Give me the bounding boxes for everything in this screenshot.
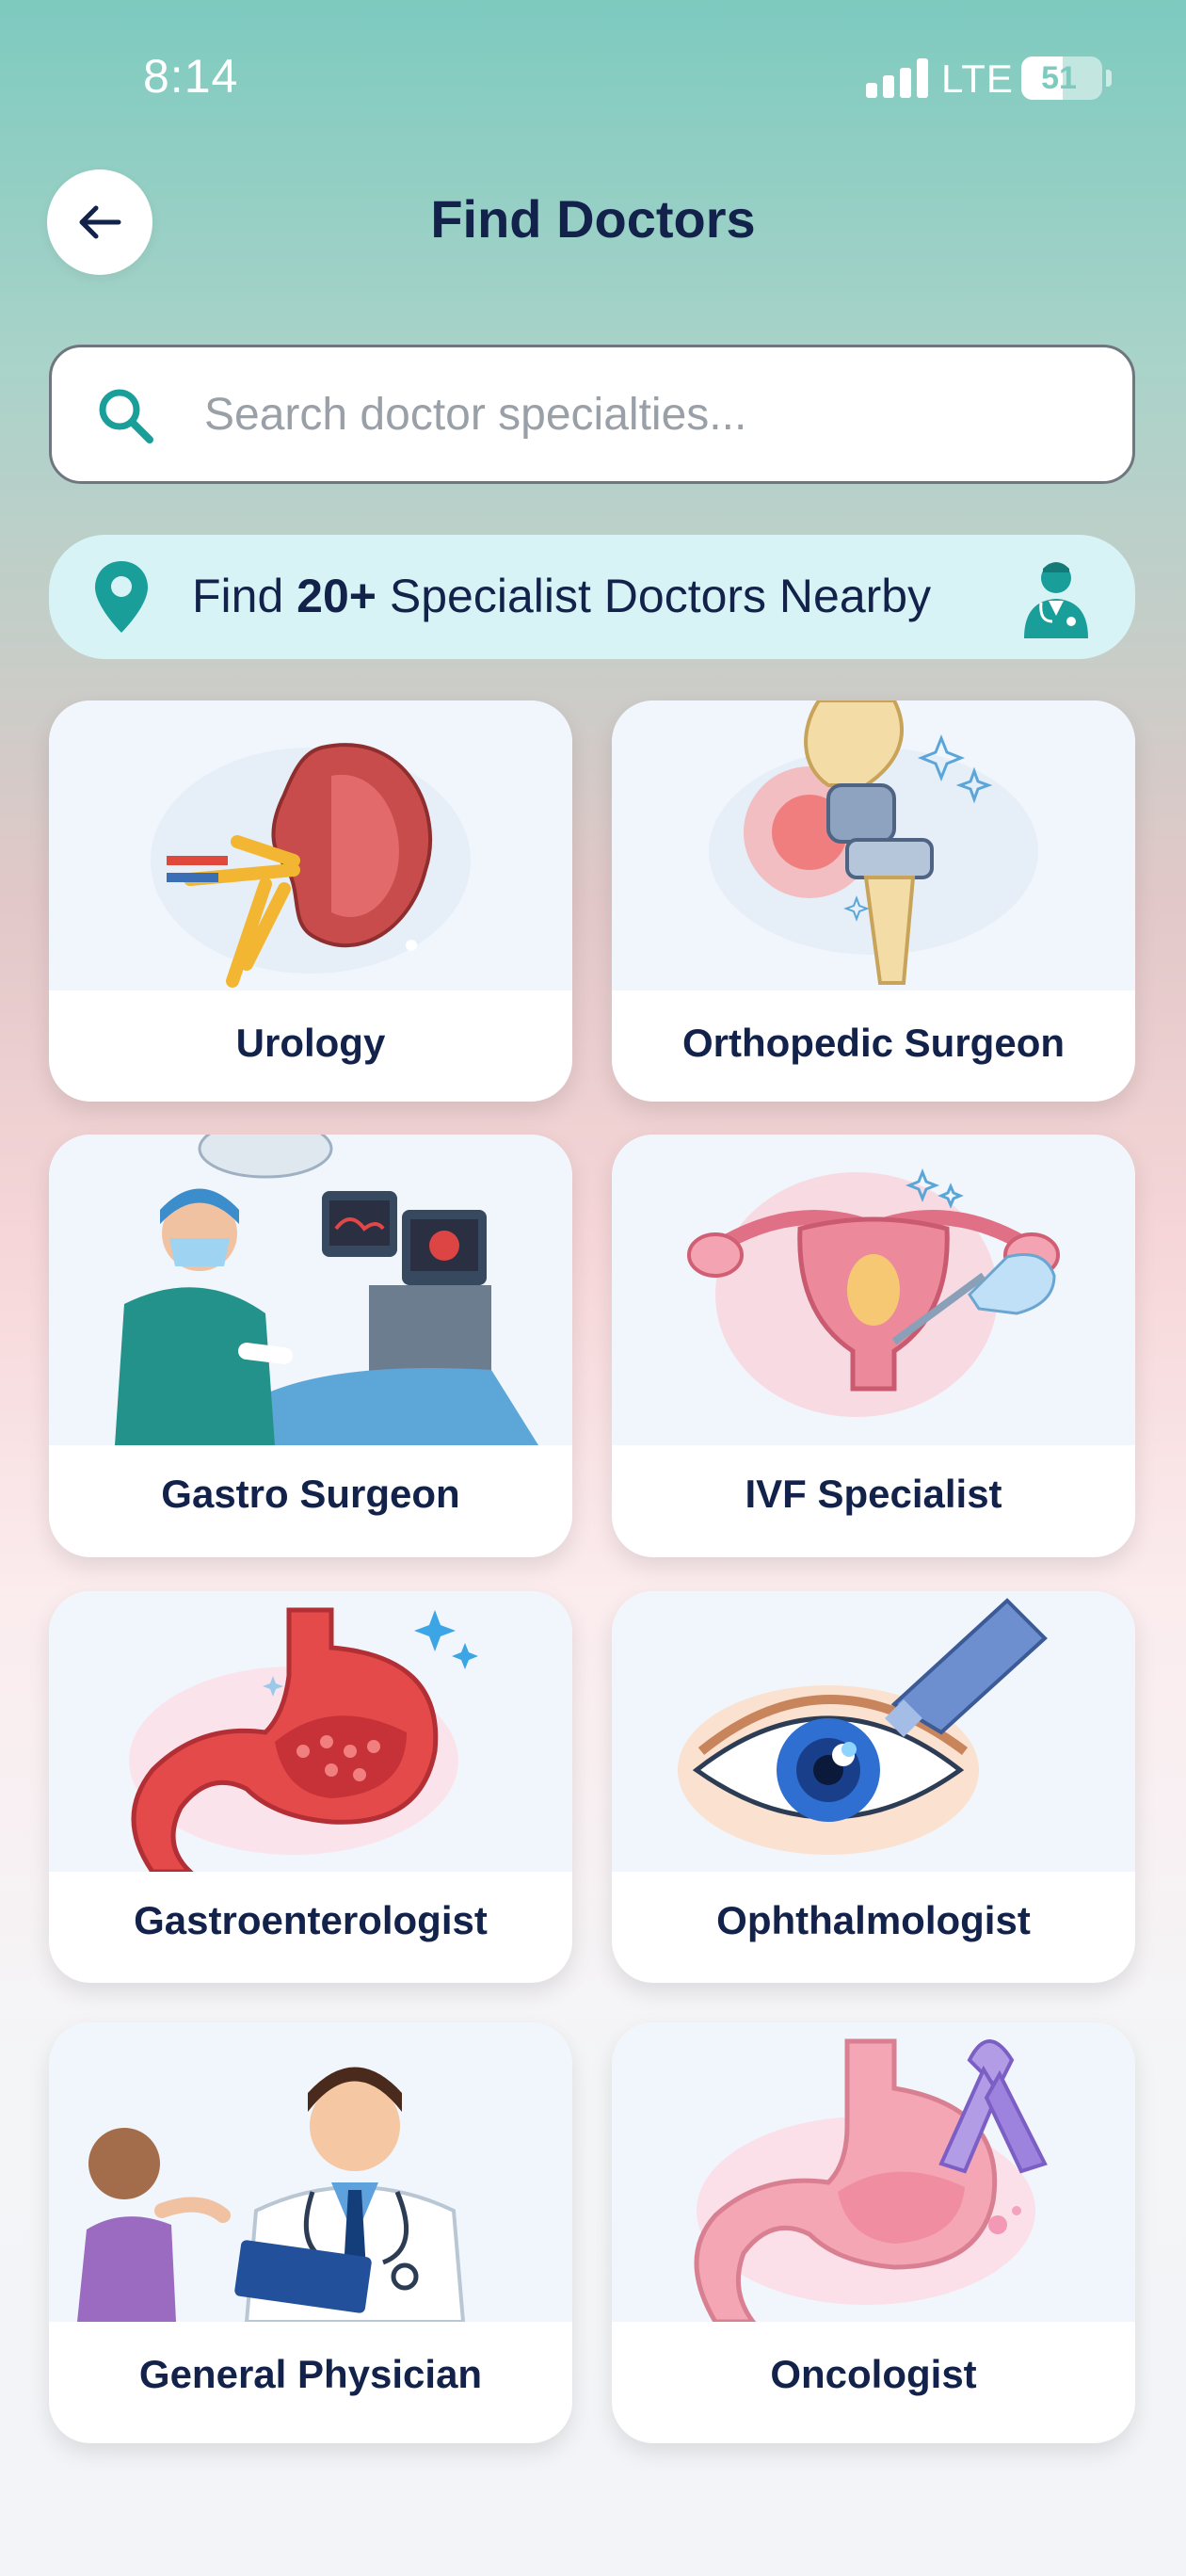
- cancer-ribbon-icon: [694, 2038, 1048, 2322]
- eye-drop-icon: [678, 1598, 1048, 1855]
- specialty-label: Gastroenterologist: [134, 1898, 488, 1942]
- specialty-card-gastroenterologist[interactable]: Gastroenterologist: [49, 1591, 572, 1983]
- doctor-icon: [1024, 562, 1088, 638]
- specialty-card-ivf[interactable]: IVF Specialist: [612, 1135, 1135, 1557]
- battery-level: 51: [1041, 60, 1077, 96]
- status-time: 8:14: [143, 50, 239, 103]
- search-icon: [99, 389, 153, 443]
- specialty-card-oncologist[interactable]: Oncologist: [612, 2022, 1135, 2443]
- specialty-label: Orthopedic Surgeon: [681, 1021, 1065, 1065]
- specialty-label: Gastro Surgeon: [161, 1472, 460, 1516]
- stomach-icon: [129, 1607, 478, 1872]
- specialty-label: Urology: [235, 1021, 386, 1065]
- map-pin-icon: [95, 561, 148, 633]
- page-title: Find Doctors: [430, 189, 756, 249]
- banner-count: 20+: [296, 570, 377, 622]
- banner-text: Find 20+ Specialist Doctors Nearby: [192, 569, 931, 623]
- specialty-card-orthopedic[interactable]: Orthopedic Surgeon: [612, 700, 1135, 1102]
- specialty-label: IVF Specialist: [745, 1472, 1002, 1516]
- specialty-label: General Physician: [138, 2352, 483, 2396]
- specialty-card-urology[interactable]: Urology: [49, 700, 572, 1102]
- surgeon-operating-icon: [115, 1135, 538, 1445]
- battery-icon: 51: [1021, 56, 1112, 100]
- specialty-label: Ophthalmologist: [716, 1898, 1031, 1942]
- status-bar: 8:14 LTE 51: [0, 0, 1186, 160]
- nearby-banner[interactable]: Find 20+ Specialist Doctors Nearby: [49, 535, 1135, 659]
- physician-icon: [77, 2067, 466, 2322]
- banner-suffix: Specialist Doctors Nearby: [377, 570, 932, 622]
- specialty-card-general-physician[interactable]: General Physician: [49, 2022, 572, 2443]
- banner-prefix: Find: [192, 570, 297, 622]
- signal-icon: [866, 58, 928, 98]
- knee-joint-icon: [709, 700, 1038, 985]
- search-bar[interactable]: Search doctor specialties...: [49, 345, 1135, 484]
- kidney-icon: [151, 743, 471, 988]
- specialty-card-gastro-surgeon[interactable]: Gastro Surgeon: [49, 1135, 572, 1557]
- uterus-icon: [687, 1167, 1060, 1417]
- network-label: LTE: [941, 56, 1014, 101]
- specialty-card-ophthalmologist[interactable]: Ophthalmologist: [612, 1591, 1135, 1983]
- search-input[interactable]: Search doctor specialties...: [204, 389, 746, 441]
- specialty-label: Oncologist: [770, 2352, 977, 2396]
